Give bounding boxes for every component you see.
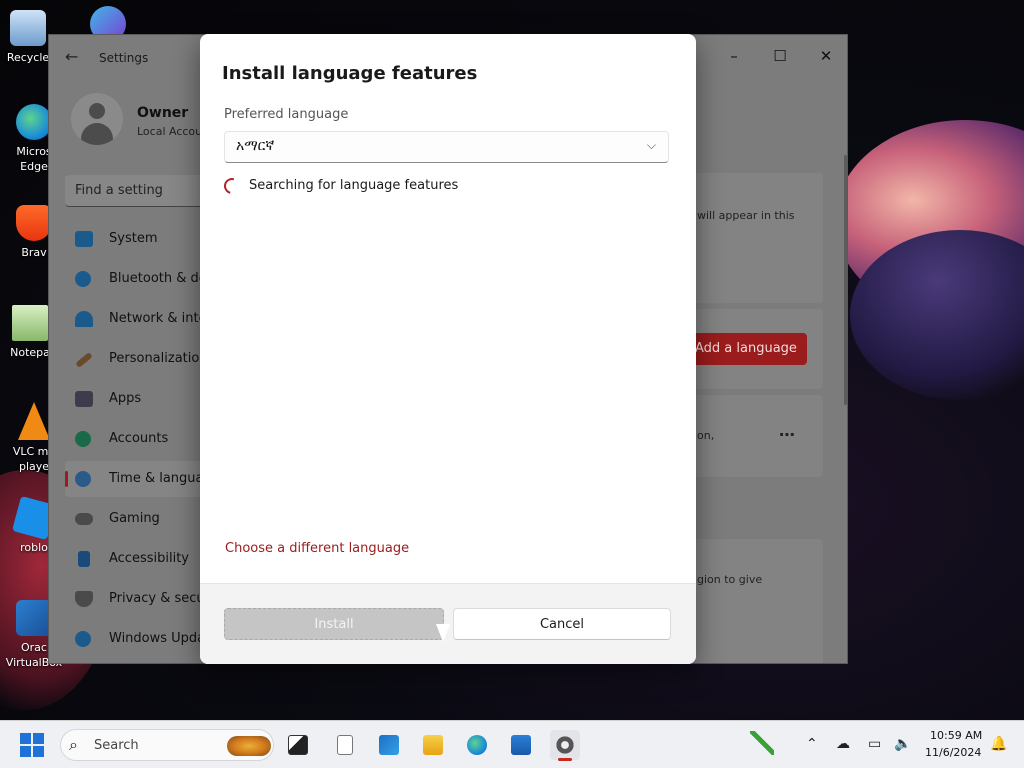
clock-time[interactable]: 10:59 AM xyxy=(930,729,982,742)
taskbar-edge[interactable] xyxy=(462,730,492,760)
taskbar-store[interactable] xyxy=(506,730,536,760)
taskbar-task-view[interactable] xyxy=(283,730,313,760)
selection-indicator xyxy=(65,471,68,487)
bluetooth-icon xyxy=(75,271,91,287)
shield-icon xyxy=(75,591,93,607)
active-app-indicator xyxy=(558,758,572,761)
taskbar-settings[interactable] xyxy=(550,730,580,761)
windows-logo-icon xyxy=(33,746,44,757)
notification-bell-icon[interactable]: 🔔 xyxy=(990,734,1007,754)
file-icon xyxy=(337,735,353,755)
network-icon[interactable]: ▭ xyxy=(868,734,881,754)
scrollbar[interactable] xyxy=(844,155,847,405)
recycle-bin-icon xyxy=(10,10,46,46)
install-language-features-dialog: Install language features Preferred lang… xyxy=(200,34,696,664)
taskbar-search-label: Search xyxy=(94,738,139,753)
windows-logo-icon xyxy=(33,733,44,744)
minimize-button[interactable]: – xyxy=(711,41,757,71)
gamepad-icon xyxy=(75,513,93,525)
edge-icon xyxy=(467,735,487,755)
selected-language-value: አማርኛ xyxy=(236,138,275,154)
maximize-button[interactable]: ☐ xyxy=(757,41,803,71)
status-text: Searching for language features xyxy=(249,178,459,193)
search-placeholder: Find a setting xyxy=(75,183,163,198)
mouse-cursor-icon xyxy=(436,624,450,642)
task-view-icon xyxy=(288,735,308,755)
vlc-icon xyxy=(18,402,50,440)
avatar-head-icon xyxy=(89,103,105,119)
accessibility-icon xyxy=(78,551,90,567)
brave-icon xyxy=(16,205,52,241)
avatar[interactable] xyxy=(71,93,123,145)
brush-icon xyxy=(75,351,93,369)
more-options-icon[interactable]: ⋯ xyxy=(779,425,796,444)
store-icon xyxy=(511,735,531,755)
chevron-down-icon: ⌵ xyxy=(646,138,656,152)
install-button[interactable]: Install xyxy=(224,608,444,640)
person-icon xyxy=(75,431,91,447)
apps-icon xyxy=(75,391,93,407)
preferred-language-label: Preferred language xyxy=(224,107,349,122)
monitor-icon xyxy=(75,231,93,247)
close-button[interactable]: ✕ xyxy=(803,41,847,71)
user-name: Owner xyxy=(137,105,189,121)
volume-muted-icon[interactable]: 🔈 xyxy=(894,734,911,754)
taskbar: ⌕ Search ⌃ ☁ ▭ 🔈 10:59 AM 11/6/2024 🔔 xyxy=(0,720,1024,768)
chevron-up-icon[interactable]: ⌃ xyxy=(806,734,818,754)
windows-logo-icon xyxy=(20,746,31,757)
taskbar-visual-studio[interactable] xyxy=(374,730,404,760)
windows-logo-icon xyxy=(20,733,31,744)
start-button[interactable] xyxy=(20,733,44,757)
update-icon xyxy=(75,631,91,647)
clock-globe-icon xyxy=(75,471,91,487)
chart-app-icon[interactable] xyxy=(750,731,774,755)
dialog-title: Install language features xyxy=(222,63,478,84)
clock-date[interactable]: 11/6/2024 xyxy=(925,746,981,759)
preferred-language-dropdown[interactable]: አማርኛ ⌵ xyxy=(224,131,669,163)
app-title: Settings xyxy=(99,51,149,65)
taskbar-search-box[interactable]: ⌕ Search xyxy=(60,729,274,761)
wifi-icon xyxy=(75,311,93,327)
virtualbox-icon xyxy=(16,600,52,636)
choose-different-language-link[interactable]: Choose a different language xyxy=(225,541,409,556)
vs-icon xyxy=(379,735,399,755)
cloud-offline-icon[interactable]: ☁ xyxy=(836,734,850,754)
user-account-type: Local Accou xyxy=(137,125,203,138)
loading-spinner-icon xyxy=(221,175,243,197)
taskbar-file-explorer[interactable] xyxy=(418,730,448,760)
search-icon: ⌕ xyxy=(69,735,78,754)
avatar-body-icon xyxy=(81,123,113,145)
gear-icon xyxy=(555,735,575,755)
folder-icon xyxy=(423,735,443,755)
add-language-button[interactable]: Add a language xyxy=(689,333,807,365)
search-highlight-image xyxy=(227,736,271,756)
taskbar-notepad[interactable] xyxy=(330,730,360,760)
notepad-icon xyxy=(12,305,48,341)
cancel-button[interactable]: Cancel xyxy=(453,608,671,640)
edge-icon xyxy=(16,104,52,140)
back-arrow-icon[interactable]: ← xyxy=(65,49,81,65)
